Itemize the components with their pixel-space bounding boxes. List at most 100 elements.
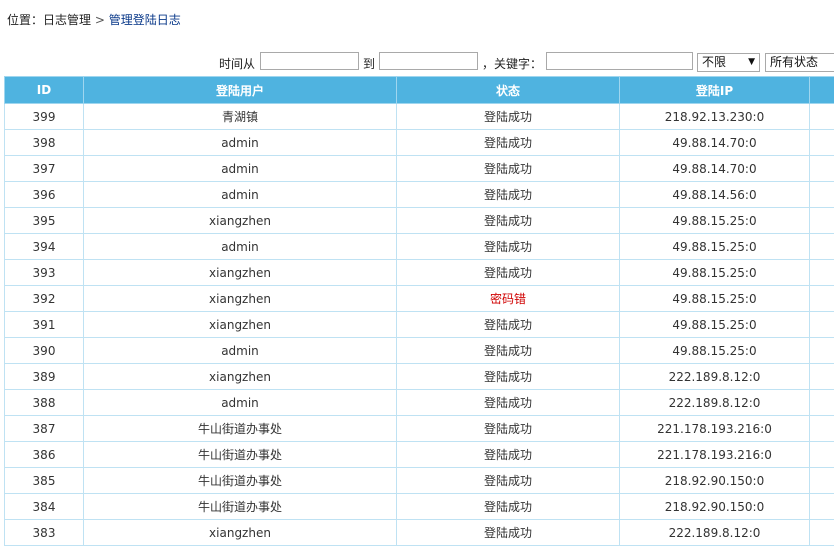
time-from-label: 时间从 [219,55,255,72]
cell-ip: 218.92.13.230:0 [620,104,810,130]
cell-status: 密码错 [397,286,620,312]
cell-status: 登陆成功 [397,364,620,390]
cell-id: 385 [5,468,84,494]
cell-ip: 49.88.15.25:0 [620,338,810,364]
type-select[interactable]: 不限 ▼ [697,53,760,72]
table-row[interactable]: 384牛山街道办事处登陆成功218.92.90.150:0 [5,494,834,520]
cell-user: xiangzhen [84,286,397,312]
cell-ip: 49.88.15.25:0 [620,234,810,260]
cell-extra [810,104,834,130]
cell-user: xiangzhen [84,208,397,234]
keyword-input[interactable] [546,52,693,70]
cell-status: 登陆成功 [397,442,620,468]
cell-id: 386 [5,442,84,468]
dropdown-arrow-icon: ▼ [748,54,755,71]
cell-extra [810,468,834,494]
table-row[interactable]: 396admin登陆成功49.88.14.56:0 [5,182,834,208]
table-row[interactable]: 383xiangzhen登陆成功222.189.8.12:0 [5,520,834,546]
filter-bar: 时间从 到 ，关键字： 不限 ▼ 所有状态 [0,52,834,74]
cell-extra [810,520,834,546]
cell-status: 登陆成功 [397,416,620,442]
column-header-ip: 登陆IP [620,77,810,104]
breadcrumb-prefix: 位置： [7,13,43,27]
cell-status: 登陆成功 [397,520,620,546]
table-row[interactable]: 387牛山街道办事处登陆成功221.178.193.216:0 [5,416,834,442]
status-select-value: 所有状态 [770,55,818,69]
cell-extra [810,364,834,390]
login-log-table: ID 登陆用户 状态 登陆IP 399青湖镇登陆成功218.92.13.230:… [4,76,834,546]
cell-extra [810,286,834,312]
table-row[interactable]: 399青湖镇登陆成功218.92.13.230:0 [5,104,834,130]
cell-extra [810,182,834,208]
cell-user: admin [84,182,397,208]
cell-id: 392 [5,286,84,312]
cell-user: admin [84,156,397,182]
breadcrumb: 位置：日志管理 > 管理登陆日志 [7,11,181,28]
cell-user: 牛山街道办事处 [84,442,397,468]
table-row[interactable]: 393xiangzhen登陆成功49.88.15.25:0 [5,260,834,286]
cell-ip: 49.88.15.25:0 [620,286,810,312]
cell-status: 登陆成功 [397,234,620,260]
cell-ip: 218.92.90.150:0 [620,468,810,494]
breadcrumb-parent[interactable]: 日志管理 [43,13,91,27]
time-to-input[interactable] [379,52,478,70]
cell-id: 391 [5,312,84,338]
cell-id: 397 [5,156,84,182]
table-row[interactable]: 398admin登陆成功49.88.14.70:0 [5,130,834,156]
cell-extra [810,338,834,364]
cell-id: 399 [5,104,84,130]
cell-status: 登陆成功 [397,338,620,364]
cell-id: 390 [5,338,84,364]
cell-extra [810,130,834,156]
cell-user: 牛山街道办事处 [84,416,397,442]
cell-id: 395 [5,208,84,234]
cell-ip: 49.88.15.25:0 [620,312,810,338]
cell-user: 牛山街道办事处 [84,468,397,494]
table-row[interactable]: 389xiangzhen登陆成功222.189.8.12:0 [5,364,834,390]
table-row[interactable]: 397admin登陆成功49.88.14.70:0 [5,156,834,182]
cell-ip: 218.92.90.150:0 [620,494,810,520]
breadcrumb-separator: > [91,13,109,27]
table-row[interactable]: 392xiangzhen密码错49.88.15.25:0 [5,286,834,312]
cell-extra [810,390,834,416]
cell-user: xiangzhen [84,312,397,338]
cell-extra [810,156,834,182]
time-from-input[interactable] [260,52,359,70]
cell-id: 388 [5,390,84,416]
cell-status: 登陆成功 [397,260,620,286]
table-body: 399青湖镇登陆成功218.92.13.230:0398admin登陆成功49.… [5,104,834,546]
cell-ip: 222.189.8.12:0 [620,520,810,546]
cell-id: 396 [5,182,84,208]
table-row[interactable]: 395xiangzhen登陆成功49.88.15.25:0 [5,208,834,234]
cell-id: 389 [5,364,84,390]
keyword-label: ，关键字： [482,55,542,72]
breadcrumb-current[interactable]: 管理登陆日志 [109,13,181,27]
table-row[interactable]: 390admin登陆成功49.88.15.25:0 [5,338,834,364]
cell-user: admin [84,130,397,156]
cell-user: xiangzhen [84,260,397,286]
cell-extra [810,234,834,260]
column-header-user: 登陆用户 [84,77,397,104]
cell-status: 登陆成功 [397,494,620,520]
cell-id: 398 [5,130,84,156]
table-row[interactable]: 388admin登陆成功222.189.8.12:0 [5,390,834,416]
cell-status: 登陆成功 [397,208,620,234]
cell-id: 383 [5,520,84,546]
table-row[interactable]: 391xiangzhen登陆成功49.88.15.25:0 [5,312,834,338]
cell-status: 登陆成功 [397,156,620,182]
cell-ip: 49.88.15.25:0 [620,208,810,234]
cell-user: admin [84,234,397,260]
table-row[interactable]: 385牛山街道办事处登陆成功218.92.90.150:0 [5,468,834,494]
cell-ip: 49.88.14.70:0 [620,156,810,182]
cell-extra [810,208,834,234]
table-header-row: ID 登陆用户 状态 登陆IP [5,77,834,104]
table-row[interactable]: 394admin登陆成功49.88.15.25:0 [5,234,834,260]
cell-id: 393 [5,260,84,286]
cell-status: 登陆成功 [397,182,620,208]
cell-status: 登陆成功 [397,130,620,156]
cell-user: admin [84,390,397,416]
table-row[interactable]: 386牛山街道办事处登陆成功221.178.193.216:0 [5,442,834,468]
cell-status: 登陆成功 [397,104,620,130]
status-select[interactable]: 所有状态 [765,53,834,72]
cell-id: 394 [5,234,84,260]
